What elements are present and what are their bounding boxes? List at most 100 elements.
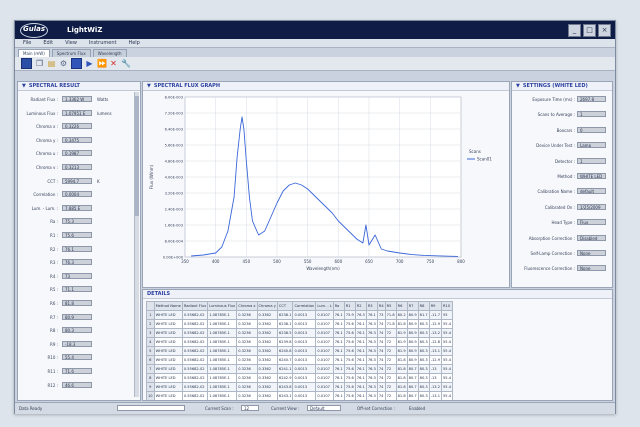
column-header[interactable]: Ra [332, 301, 345, 311]
table-cell: 74 [376, 391, 386, 400]
table-cell: 0.55682-02 [181, 328, 209, 338]
menu-view[interactable]: View [65, 39, 77, 47]
status-bar: Data Ready Current Scan : 12 Current Vie… [15, 402, 615, 414]
table-cell: 0.3362 [256, 391, 278, 400]
column-header[interactable]: R1 [343, 301, 356, 311]
table-cell: 76.3 [365, 364, 378, 374]
table-cell: -12.9 [428, 319, 443, 329]
table-cell: 0.0107 [315, 355, 334, 365]
result-label: R11 : [47, 369, 59, 374]
column-header[interactable]: R4 [376, 301, 386, 311]
column-header[interactable]: Chroma y [256, 301, 278, 311]
table-row[interactable]: 11WHITE LED0.55682-021.08785E-10.32360.3… [147, 401, 453, 402]
row-number: 9 [146, 382, 155, 392]
table-cell: 1.08785E-1 [207, 346, 238, 356]
column-header[interactable]: Method Name [153, 301, 183, 311]
table-cell: 76.1 [332, 346, 345, 356]
x-tick-label: 350 [181, 259, 189, 264]
close-button[interactable]: × [598, 24, 611, 37]
column-header[interactable]: Luminous Flux [207, 301, 238, 311]
column-header[interactable]: R6 [395, 301, 408, 311]
left-scrollbar-thumb[interactable] [135, 96, 139, 216]
table-row[interactable]: 8 WHITE LED 0.55682-02 1.08785E-1 0.3236 0.33… [146, 373, 454, 383]
table-cell: -13.1 [428, 346, 443, 356]
table-cell: 0.0107 [316, 401, 333, 402]
setting-label: Method : [557, 174, 575, 179]
fast-forward-icon[interactable]: ⏩ [97, 59, 107, 68]
table-row[interactable]: 2 WHITE LED 0.55682-02 1.08785E-1 0.3236 0.33… [146, 319, 454, 329]
result-value: 80.9 [62, 313, 92, 320]
table-cell: 73 [376, 310, 386, 320]
tab-spectrum-flux[interactable]: Spectrum Flux [51, 49, 91, 57]
table-cell: 72 [384, 355, 397, 365]
collapse-arrow-icon[interactable]: ▼ [22, 83, 26, 89]
column-header[interactable]: R7 [406, 301, 419, 311]
table-row[interactable]: 5 WHITE LED 0.55682-02 1.08785E-1 0.3236 0.33… [146, 346, 454, 356]
copy-icon[interactable]: ❐ [35, 59, 44, 68]
y-tick-label: 2.40E-003 [165, 207, 183, 211]
table-cell: 0.3236 [236, 328, 258, 338]
play-icon[interactable]: ▶ [85, 59, 94, 68]
settings-icon[interactable]: ⚙ [59, 59, 68, 68]
table-cell: 81.8 [396, 401, 407, 402]
column-header[interactable] [146, 301, 155, 311]
column-header[interactable]: Correlation [292, 301, 317, 311]
stop-icon[interactable] [71, 58, 82, 69]
table-cell: 0.3236 [237, 401, 257, 402]
tab-wavelength[interactable]: Wavelength [92, 49, 127, 57]
table-cell: 80.7 [406, 364, 419, 374]
menu-help[interactable]: Help [128, 39, 139, 47]
column-header[interactable]: R8 [417, 301, 430, 311]
graph-collapse-arrow-icon[interactable]: ▼ [147, 83, 151, 89]
table-row[interactable]: 9 WHITE LED 0.55682-02 1.08785E-1 0.3236 0.33… [146, 382, 454, 392]
column-header[interactable]: R9 [428, 301, 443, 311]
current-view-select[interactable]: Default [307, 405, 341, 411]
column-header[interactable]: R2 [354, 301, 367, 311]
table-cell: 0.0013 [292, 310, 317, 320]
column-header[interactable]: R10 [440, 301, 454, 311]
spectral-result-row: Chroma v : 0.3213 [20, 164, 132, 171]
wrench-icon[interactable]: 🔧 [121, 59, 131, 68]
table-row[interactable]: 6 WHITE LED 0.55682-02 1.08785E-1 0.3236 0.33… [146, 355, 454, 365]
table-row[interactable]: 7 WHITE LED 0.55682-02 1.08785E-1 0.3236 0.33… [146, 364, 454, 374]
setting-value: default [577, 188, 606, 195]
table-row[interactable]: 3 WHITE LED 0.55682-02 1.08785E-1 0.3236 0.33… [146, 328, 454, 338]
table-cell: WHITE LED [153, 337, 183, 347]
table-row[interactable]: 10 WHITE LED 0.55682-02 1.08785E-1 0.3236 0.3… [146, 391, 454, 400]
column-header[interactable]: Radiant Flux [181, 301, 209, 311]
tab-main[interactable]: Main (mW) [18, 49, 50, 57]
spectral-result-header: ▼ SPECTRAL RESULT [18, 82, 140, 91]
column-header[interactable]: CCT [276, 301, 294, 311]
column-header[interactable]: Chroma x [236, 301, 258, 311]
table-cell: 81.9 [395, 337, 408, 347]
table-cell: 74 [376, 364, 386, 374]
column-header[interactable]: Lum. - L [315, 301, 334, 311]
table-row[interactable]: 1 WHITE LED 0.55682-02 1.08785E-1 0.3236 0.33… [146, 310, 454, 320]
left-scrollbar[interactable] [134, 92, 139, 397]
maximize-button[interactable]: □ [583, 24, 596, 37]
menu-file[interactable]: File [23, 39, 31, 47]
settings-collapse-arrow-icon[interactable]: ▼ [516, 83, 520, 89]
table-row[interactable]: 4 WHITE LED 0.55682-02 1.08785E-1 0.3236 0.33… [146, 337, 454, 347]
table-cell: WHITE LED [154, 401, 182, 402]
table-cell: 6239.8 [276, 337, 294, 347]
column-header[interactable]: R3 [365, 301, 378, 311]
open-icon[interactable]: ▤ [47, 59, 56, 68]
column-header[interactable]: R5 [384, 301, 397, 311]
result-value: 81.8 [62, 300, 92, 306]
table-cell: 76.1 [332, 364, 345, 374]
table-cell: 1.08785E-1 [207, 391, 238, 400]
table-cell: WHITE LED [153, 319, 183, 329]
save-icon[interactable] [21, 58, 32, 69]
minimize-button[interactable]: _ [568, 24, 581, 37]
setting-label: Boxcars : [556, 127, 575, 133]
result-label: Luminous Flux : [26, 110, 58, 116]
delete-icon[interactable]: ✕ [109, 59, 118, 68]
menu-instrument[interactable]: Instrument [89, 39, 117, 47]
menu-edit[interactable]: Edit [43, 39, 53, 47]
settings-row: Self-Lamp Correction : None [514, 250, 608, 257]
result-value: 80.3 [62, 327, 92, 334]
result-value: 71.6 [62, 368, 92, 374]
table-cell: 74 [377, 401, 385, 402]
table-cell: -12.9 [429, 401, 441, 402]
